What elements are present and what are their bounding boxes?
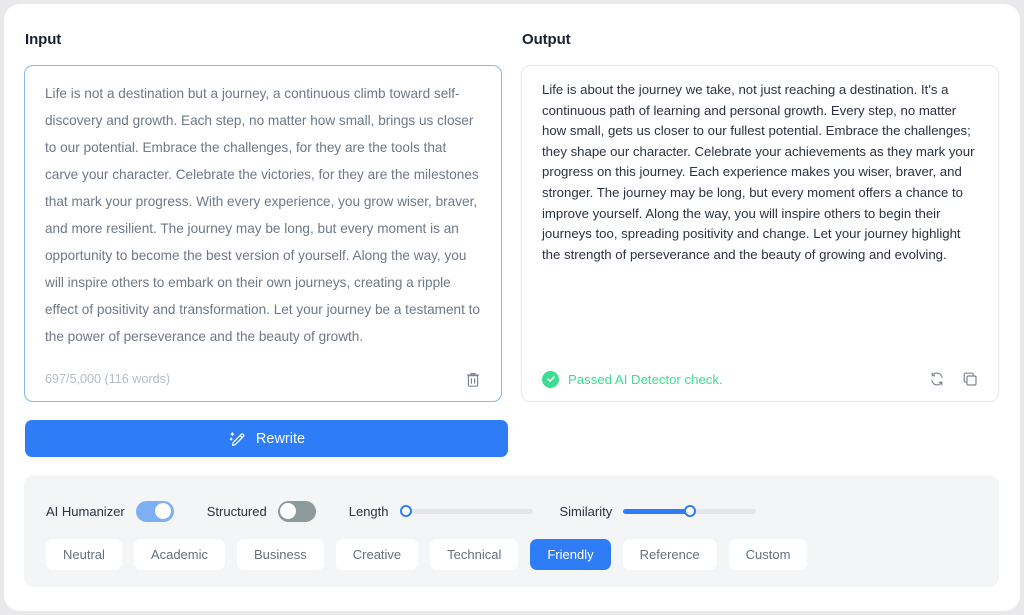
toggle-knob xyxy=(155,503,171,519)
tone-button-creative[interactable]: Creative xyxy=(336,539,418,570)
check-circle-icon xyxy=(542,371,559,388)
slider-track xyxy=(623,509,756,514)
settings-bar: AI Humanizer Structured Length xyxy=(24,475,999,587)
copy-icon[interactable] xyxy=(959,368,981,390)
input-panel-title: Input xyxy=(25,31,61,48)
output-footer: Passed AI Detector check. xyxy=(522,357,998,401)
similarity-label: Similarity xyxy=(560,504,613,519)
structured-label: Structured xyxy=(207,504,267,519)
character-count: 697/5,000 (116 words) xyxy=(45,372,170,386)
tone-button-academic[interactable]: Academic xyxy=(134,539,225,570)
slider-thumb[interactable] xyxy=(684,505,696,517)
structured-toggle[interactable] xyxy=(278,501,316,522)
magic-wand-icon xyxy=(228,429,247,448)
input-footer: 697/5,000 (116 words) xyxy=(25,357,501,401)
controls-row: AI Humanizer Structured Length xyxy=(46,498,756,524)
output-text-area: Life is about the journey we take, not j… xyxy=(522,80,998,357)
slider-fill xyxy=(623,509,690,514)
slider-thumb[interactable] xyxy=(400,505,412,517)
length-slider[interactable] xyxy=(400,501,533,521)
toggle-knob xyxy=(280,503,296,519)
status-label: Passed AI Detector check. xyxy=(568,372,723,387)
app-window: Input Life is not a destination but a jo… xyxy=(4,4,1020,611)
tone-button-technical[interactable]: Technical xyxy=(430,539,518,570)
input-panel[interactable]: Life is not a destination but a journey,… xyxy=(24,65,502,402)
status-badge: Passed AI Detector check. xyxy=(542,371,723,388)
tone-button-custom[interactable]: Custom xyxy=(729,539,808,570)
tone-button-reference[interactable]: Reference xyxy=(623,539,717,570)
output-panel[interactable]: Life is about the journey we take, not j… xyxy=(521,65,999,402)
output-actions xyxy=(926,368,981,390)
tone-button-neutral[interactable]: Neutral xyxy=(46,539,122,570)
tone-button-group: Neutral Academic Business Creative Technical… xyxy=(46,539,807,570)
rewrite-label: Rewrite xyxy=(256,431,305,447)
output-text: Life is about the journey we take, not j… xyxy=(542,80,978,265)
ai-humanizer-label: AI Humanizer xyxy=(46,504,125,519)
slider-track xyxy=(400,509,533,514)
ai-humanizer-toggle[interactable] xyxy=(136,501,174,522)
tone-button-business[interactable]: Business xyxy=(237,539,324,570)
similarity-slider[interactable] xyxy=(623,501,756,521)
refresh-icon[interactable] xyxy=(926,368,948,390)
length-label: Length xyxy=(349,504,389,519)
trash-icon[interactable] xyxy=(462,368,484,390)
input-textarea[interactable]: Life is not a destination but a journey,… xyxy=(25,80,501,357)
output-panel-title: Output xyxy=(522,31,571,48)
input-text: Life is not a destination but a journey,… xyxy=(45,80,481,350)
rewrite-button[interactable]: Rewrite xyxy=(25,420,508,457)
rewriter-workspace: Input Life is not a destination but a jo… xyxy=(4,4,1020,611)
tone-button-friendly[interactable]: Friendly xyxy=(530,539,610,570)
